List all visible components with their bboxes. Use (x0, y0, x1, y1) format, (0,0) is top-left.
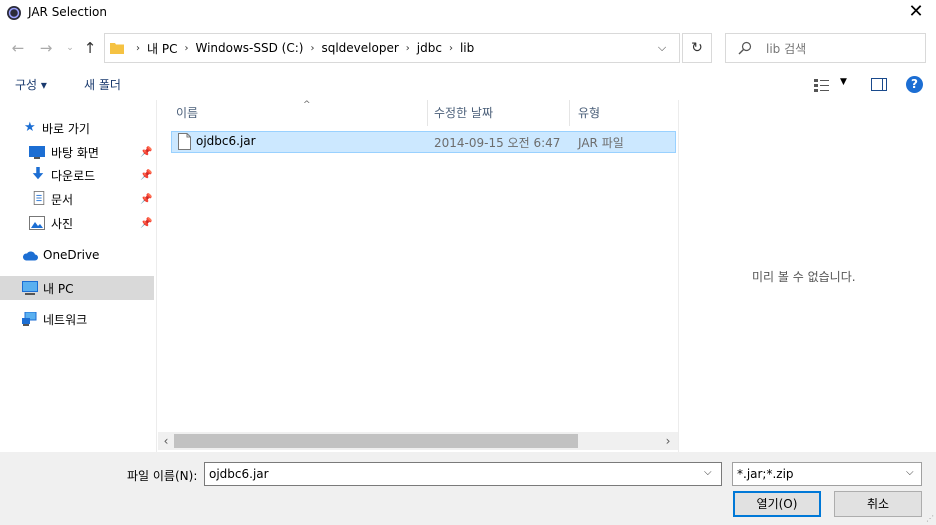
title-bar: JAR Selection ✕ (0, 0, 936, 26)
app-icon (7, 6, 21, 20)
breadcrumb-item[interactable]: 내 PC (147, 40, 177, 57)
pin-icon: 📌 (140, 217, 153, 229)
pin-icon: 📌 (140, 193, 153, 205)
file-date: 2014-09-15 오전 6:47 (434, 136, 561, 150)
help-icon[interactable]: ? (906, 76, 923, 93)
sidebar-item-downloads[interactable]: 다운로드 📌 (0, 163, 154, 187)
back-arrow-icon[interactable]: ← (8, 38, 28, 58)
up-arrow-icon[interactable]: ↑ (80, 38, 100, 58)
sidebar-item-quick-access[interactable]: ★ 바로 가기 (0, 116, 154, 140)
horizontal-scrollbar[interactable]: ‹ › (158, 432, 678, 450)
dialog-footer: 파일 이름(N): ojdbc6.jar ⌵ *.jar;*.zip ⌵ 열기(… (0, 452, 936, 525)
sidebar-item-label: 문서 (51, 192, 74, 207)
close-icon[interactable]: ✕ (904, 1, 928, 25)
cloud-icon (22, 251, 38, 261)
file-type-select[interactable]: *.jar;*.zip (732, 462, 922, 486)
window-title: JAR Selection (28, 5, 107, 19)
file-name: ojdbc6.jar (196, 134, 256, 148)
download-icon (32, 167, 44, 180)
pane-divider[interactable] (156, 100, 157, 452)
chevron-down-icon[interactable]: ⌵ (906, 467, 914, 478)
sidebar-item-label: 내 PC (43, 281, 74, 296)
new-folder-button[interactable]: 새 폴더 (84, 76, 121, 93)
pin-icon: 📌 (140, 169, 153, 181)
file-type: JAR 파일 (578, 136, 624, 150)
command-toolbar: 구성 ▾ 새 폴더 (0, 68, 936, 100)
breadcrumb-item[interactable]: jdbc (417, 41, 442, 55)
preview-pane-icon[interactable] (871, 78, 887, 91)
scroll-left-icon[interactable]: ‹ (158, 432, 174, 450)
sidebar-item-pictures[interactable]: 사진 📌 (0, 211, 154, 235)
address-dropdown-icon[interactable]: ⌵ (652, 33, 672, 63)
column-header-date[interactable]: 수정한 날짜 (426, 100, 570, 126)
sidebar-item-onedrive[interactable]: OneDrive (0, 243, 154, 267)
cancel-button[interactable]: 취소 (834, 491, 922, 517)
sidebar-item-label: 다운로드 (51, 168, 96, 183)
column-header-type[interactable]: 유형 (570, 100, 676, 126)
open-button[interactable]: 열기(O) (733, 491, 821, 517)
breadcrumb: › 내 PC › Windows-SSD (C:) › sqldeveloper… (136, 40, 475, 57)
sidebar-item-label: 사진 (51, 216, 74, 231)
sidebar-item-this-pc[interactable]: 내 PC (0, 276, 154, 300)
file-icon (178, 133, 191, 150)
scroll-thumb[interactable] (174, 434, 578, 448)
filename-label: 파일 이름(N): (127, 469, 198, 483)
computer-icon (22, 281, 38, 295)
preview-empty-text: 미리 볼 수 없습니다. (752, 270, 856, 284)
chevron-down-icon[interactable]: ⌵ (704, 467, 712, 478)
sidebar-item-label: OneDrive (43, 248, 100, 262)
network-icon (22, 312, 37, 326)
picture-icon (29, 216, 45, 230)
breadcrumb-item[interactable]: lib (460, 41, 474, 55)
search-placeholder: lib 검색 (766, 42, 807, 56)
preview-divider (678, 100, 679, 452)
sidebar-item-network[interactable]: 네트워크 (0, 307, 154, 331)
breadcrumb-item[interactable]: Windows-SSD (C:) (195, 41, 303, 55)
recent-locations-icon[interactable]: ⌄ (60, 38, 80, 58)
breadcrumb-item[interactable]: sqldeveloper (321, 41, 398, 55)
sidebar-item-label: 네트워크 (43, 312, 88, 327)
filename-input[interactable]: ojdbc6.jar (204, 462, 722, 486)
search-icon (738, 41, 752, 55)
forward-arrow-icon[interactable]: → (36, 38, 56, 58)
sidebar-item-label: 바로 가기 (42, 121, 90, 136)
scroll-right-icon[interactable]: › (660, 432, 676, 450)
navigation-pane: ★ 바로 가기 바탕 화면 📌 다운로드 📌 문서 📌 사진 📌 OneDriv… (0, 100, 156, 452)
sidebar-item-desktop[interactable]: 바탕 화면 📌 (0, 140, 154, 164)
sort-up-icon: ^ (303, 100, 311, 110)
folder-icon (110, 43, 124, 54)
search-input[interactable]: lib 검색 (725, 33, 926, 63)
document-icon (33, 191, 45, 205)
pin-icon: 📌 (140, 146, 153, 158)
address-bar[interactable]: › 내 PC › Windows-SSD (C:) › sqldeveloper… (104, 33, 680, 63)
view-options-icon[interactable] (814, 78, 830, 92)
column-header-name[interactable]: ^ 이름 (168, 100, 428, 126)
resize-grip-icon[interactable]: ⋰ (926, 514, 934, 523)
sidebar-item-documents[interactable]: 문서 📌 (0, 187, 154, 211)
desktop-icon (29, 146, 45, 159)
organize-button[interactable]: 구성 ▾ (15, 76, 47, 93)
sidebar-item-label: 바탕 화면 (51, 145, 99, 160)
view-dropdown-icon[interactable]: ▼ (840, 77, 847, 87)
star-icon: ★ (24, 120, 36, 135)
file-list: ^ 이름 수정한 날짜 유형 ojdbc6.jar 2014-09-15 오전 … (158, 100, 678, 452)
refresh-icon[interactable]: ↻ (682, 33, 712, 63)
